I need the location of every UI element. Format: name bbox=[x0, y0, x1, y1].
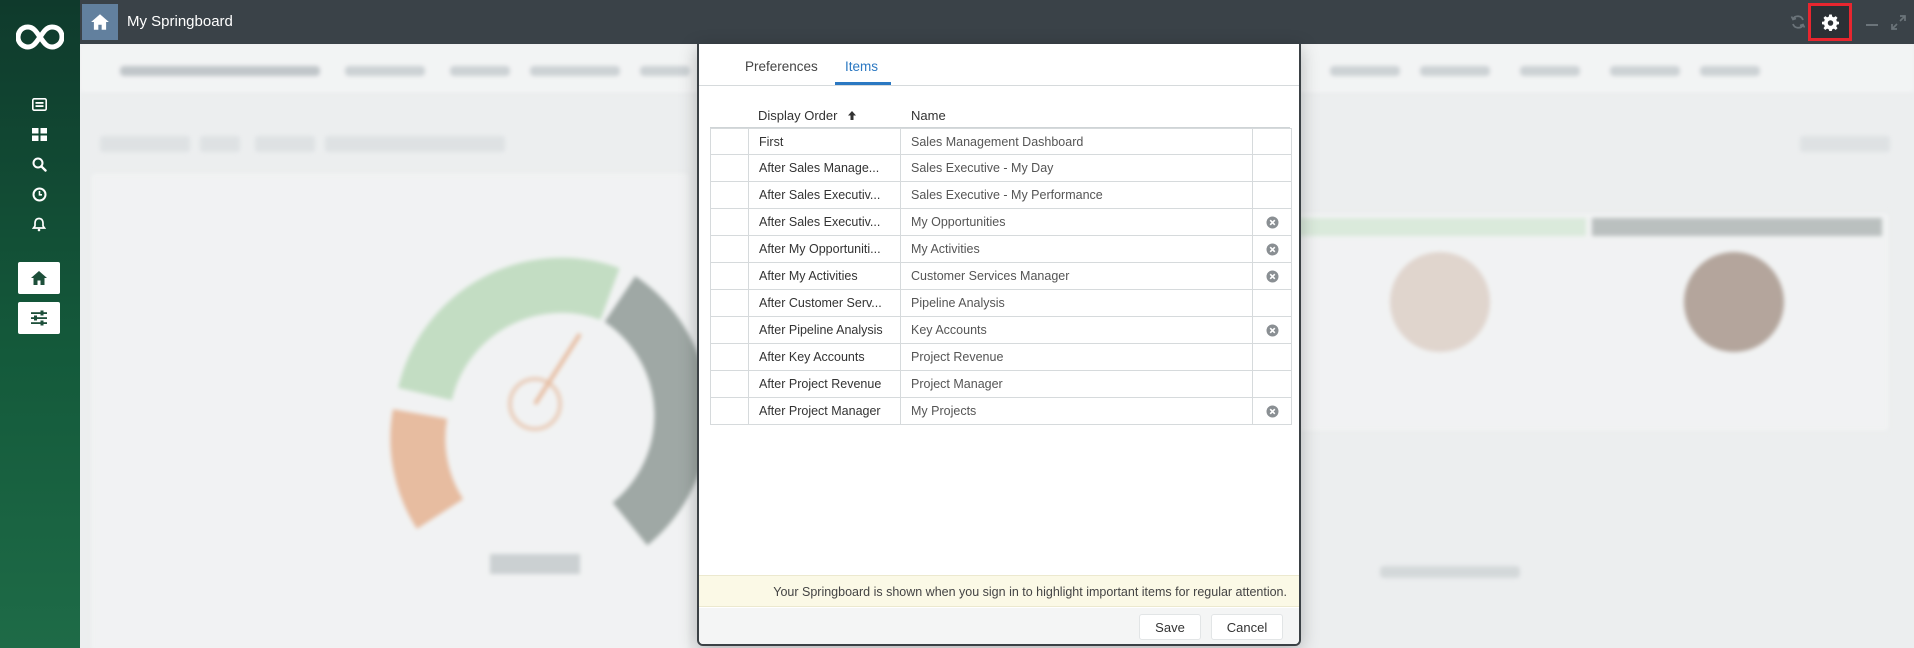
page-title: My Springboard bbox=[127, 13, 233, 30]
name-cell: My Activities bbox=[901, 236, 1253, 262]
remove-cell[interactable] bbox=[1253, 317, 1291, 343]
arrow-up-icon bbox=[848, 111, 857, 120]
remove-cell[interactable] bbox=[1253, 263, 1291, 289]
display-order-cell[interactable]: After Key Accounts bbox=[749, 344, 901, 370]
name-cell: My Projects bbox=[901, 398, 1253, 424]
bell-icon[interactable] bbox=[30, 215, 48, 233]
remove-cell bbox=[1253, 290, 1291, 316]
display-order-cell[interactable]: After Sales Executiv... bbox=[749, 209, 901, 235]
remove-cell bbox=[1253, 344, 1291, 370]
gear-icon bbox=[1821, 14, 1839, 31]
remove-circle-icon[interactable] bbox=[1266, 216, 1279, 229]
row-handle-cell[interactable] bbox=[711, 263, 749, 289]
table-row[interactable]: After Project Revenue Project Manager bbox=[710, 371, 1292, 398]
remove-cell bbox=[1253, 155, 1291, 181]
active-tab-indicator bbox=[835, 82, 891, 85]
dashboard-icon[interactable] bbox=[30, 125, 48, 143]
sidebar bbox=[0, 0, 80, 648]
row-handle-cell[interactable] bbox=[711, 209, 749, 235]
tab-items[interactable]: Items bbox=[845, 59, 878, 74]
display-order-cell[interactable]: After Pipeline Analysis bbox=[749, 317, 901, 343]
display-order-column-header[interactable]: Display Order bbox=[758, 108, 857, 123]
info-bar: Your Springboard is shown when you sign … bbox=[699, 575, 1299, 607]
springboard-settings-button[interactable] bbox=[1808, 3, 1852, 41]
row-handle-cell[interactable] bbox=[711, 236, 749, 262]
row-handle-cell[interactable] bbox=[711, 317, 749, 343]
grid-header: Display Order Name bbox=[710, 99, 1290, 128]
table-row[interactable]: After Sales Executiv... Sales Executive -… bbox=[710, 182, 1292, 209]
table-row[interactable]: First Sales Management Dashboard bbox=[710, 128, 1292, 155]
remove-circle-icon[interactable] bbox=[1266, 270, 1279, 283]
row-handle-cell[interactable] bbox=[711, 398, 749, 424]
home-icon bbox=[91, 14, 109, 30]
name-cell: Project Revenue bbox=[901, 344, 1253, 370]
remove-cell bbox=[1253, 371, 1291, 397]
refresh-icon[interactable] bbox=[1788, 12, 1808, 32]
name-cell: Pipeline Analysis bbox=[901, 290, 1253, 316]
row-handle-cell[interactable] bbox=[711, 344, 749, 370]
dialog-footer: Save Cancel bbox=[699, 608, 1299, 644]
name-cell: My Opportunities bbox=[901, 209, 1253, 235]
table-row[interactable]: After My Activities Customer Services Man… bbox=[710, 263, 1292, 290]
display-order-cell[interactable]: After Customer Serv... bbox=[749, 290, 901, 316]
row-handle-cell[interactable] bbox=[711, 371, 749, 397]
expand-icon[interactable] bbox=[1888, 12, 1908, 32]
name-cell: Sales Executive - My Performance bbox=[901, 182, 1253, 208]
display-order-cell[interactable]: First bbox=[749, 129, 901, 154]
table-row[interactable]: After Pipeline Analysis Key Accounts bbox=[710, 317, 1292, 344]
table-row[interactable]: After Sales Executiv... My Opportunities bbox=[710, 209, 1292, 236]
table-row[interactable]: After My Opportuniti... My Activities bbox=[710, 236, 1292, 263]
display-order-header-label: Display Order bbox=[758, 108, 838, 123]
save-button[interactable]: Save bbox=[1139, 614, 1201, 640]
sliders-icon bbox=[31, 310, 47, 326]
springboard-dialog: Preferences Items Display Order Name Fir… bbox=[697, 44, 1301, 646]
remove-circle-icon[interactable] bbox=[1266, 243, 1279, 256]
row-handle-cell[interactable] bbox=[711, 290, 749, 316]
dialog-tabs: Preferences Items bbox=[699, 44, 1299, 86]
news-icon[interactable] bbox=[30, 95, 48, 113]
remove-circle-icon[interactable] bbox=[1266, 405, 1279, 418]
home-icon bbox=[31, 271, 47, 285]
name-cell: Key Accounts bbox=[901, 317, 1253, 343]
sidebar-home-button[interactable] bbox=[18, 262, 60, 294]
row-handle-cell[interactable] bbox=[711, 182, 749, 208]
name-column-header[interactable]: Name bbox=[911, 108, 946, 123]
remove-cell[interactable] bbox=[1253, 209, 1291, 235]
top-bar: My Springboard bbox=[80, 0, 1914, 44]
display-order-cell[interactable]: After My Activities bbox=[749, 263, 901, 289]
remove-cell bbox=[1253, 182, 1291, 208]
name-cell: Customer Services Manager bbox=[901, 263, 1253, 289]
table-row[interactable]: After Key Accounts Project Revenue bbox=[710, 344, 1292, 371]
remove-circle-icon[interactable] bbox=[1266, 324, 1279, 337]
clock-icon[interactable] bbox=[30, 185, 48, 203]
remove-cell bbox=[1253, 129, 1291, 154]
display-order-cell[interactable]: After Project Manager bbox=[749, 398, 901, 424]
name-cell: Sales Executive - My Day bbox=[901, 155, 1253, 181]
sidebar-settings-button[interactable] bbox=[18, 302, 60, 334]
table-row[interactable]: After Sales Manage... Sales Executive - M… bbox=[710, 155, 1292, 182]
row-handle-cell[interactable] bbox=[711, 155, 749, 181]
display-order-cell[interactable]: After My Opportuniti... bbox=[749, 236, 901, 262]
tab-preferences[interactable]: Preferences bbox=[745, 59, 818, 74]
display-order-cell[interactable]: After Sales Manage... bbox=[749, 155, 901, 181]
minimize-icon[interactable] bbox=[1862, 12, 1882, 32]
table-row[interactable]: After Project Manager My Projects bbox=[710, 398, 1292, 425]
info-text: Your Springboard is shown when you sign … bbox=[773, 585, 1287, 599]
display-order-cell[interactable]: After Project Revenue bbox=[749, 371, 901, 397]
display-order-cell[interactable]: After Sales Executiv... bbox=[749, 182, 901, 208]
remove-cell[interactable] bbox=[1253, 236, 1291, 262]
search-icon[interactable] bbox=[30, 155, 48, 173]
name-cell: Sales Management Dashboard bbox=[901, 129, 1253, 154]
infinity-logo-icon[interactable] bbox=[16, 22, 64, 52]
cancel-button[interactable]: Cancel bbox=[1211, 614, 1283, 640]
home-tab-button[interactable] bbox=[82, 4, 118, 40]
table-row[interactable]: After Customer Serv... Pipeline Analysis bbox=[710, 290, 1292, 317]
remove-cell[interactable] bbox=[1253, 398, 1291, 424]
name-cell: Project Manager bbox=[901, 371, 1253, 397]
row-handle-cell[interactable] bbox=[711, 129, 749, 154]
